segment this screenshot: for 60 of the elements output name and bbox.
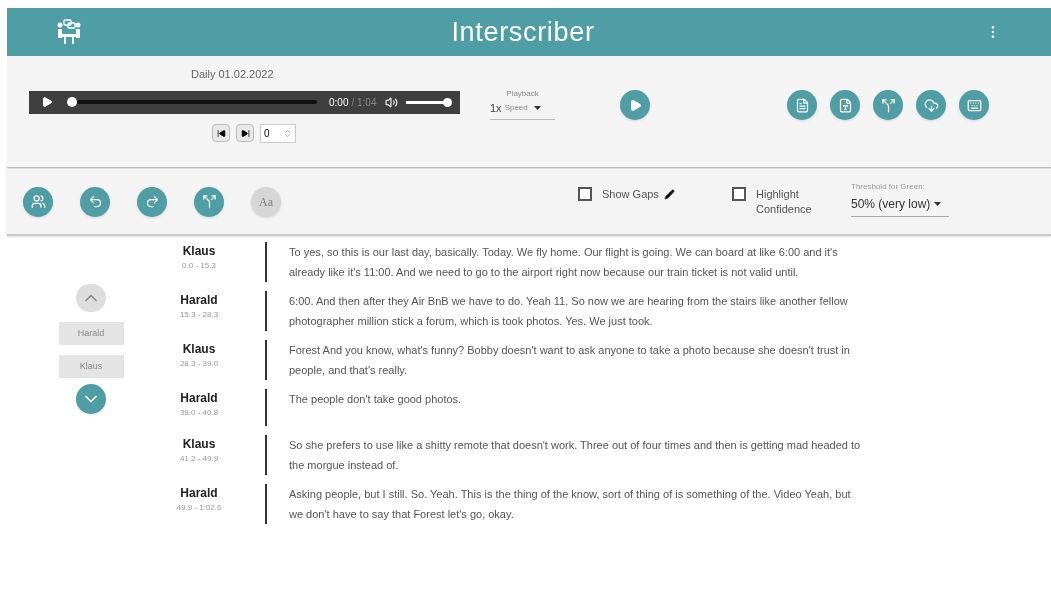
keyboard-button[interactable] — [959, 90, 989, 120]
speaker-name: Harald — [180, 292, 218, 309]
speaker-name: Harald — [180, 485, 218, 502]
speakers-button[interactable] — [23, 186, 53, 217]
export-word-button[interactable] — [830, 90, 860, 120]
merge-button[interactable] — [194, 186, 224, 217]
download-button[interactable] — [916, 90, 946, 120]
volume-icon[interactable] — [384, 95, 398, 109]
export-txt-button[interactable] — [787, 90, 817, 120]
threshold-select[interactable]: Threshold for Green: 50% (very low) — [851, 180, 949, 217]
segment-text[interactable]: To yes, so this is our last day, basically. Today. We fly home. Our flight is going. We can board at like 6:00 and it's already like it's 11:00. And we need to go to the airport right now because our train ticket is not valid until. — [289, 242, 864, 282]
segment-time: 41.2 - 49.9 — [179, 453, 219, 465]
segment-text[interactable]: So she prefers to use like a shitty remote that doesn't work. Three out of four times and then is getting mad headed to the morgue instead of. — [289, 435, 864, 475]
text-file-icon — [794, 97, 810, 113]
skip-forward-icon — [240, 128, 250, 138]
segment-time: 39.0 - 40.8 — [179, 407, 219, 419]
segment-time: 0.0 - 15.3 — [182, 260, 216, 272]
dropdown-caret-icon — [934, 201, 942, 206]
volume-thumb[interactable] — [443, 97, 452, 107]
stepper-icon — [283, 128, 292, 138]
cloud-download-icon — [923, 97, 939, 113]
keyboard-icon — [966, 97, 982, 113]
seek-thumb[interactable] — [66, 97, 77, 107]
checkbox-label: Highlight Confidence — [756, 186, 813, 217]
number-field[interactable]: 0 — [260, 123, 296, 143]
file-name: Daily 01.02.2022 — [190, 67, 275, 82]
app-title: Interscriber — [450, 15, 596, 49]
undo-icon — [87, 194, 103, 209]
speaker-name: Klaus — [182, 436, 216, 453]
play-icon[interactable] — [40, 96, 53, 108]
speaker-name: Klaus — [182, 341, 216, 358]
scroll-down-button[interactable] — [76, 384, 106, 414]
speed-select[interactable]: Playback 1x Speed — [490, 88, 555, 120]
redo-icon — [144, 194, 160, 209]
current-time: 0:00 — [329, 95, 349, 110]
segment-time: 15.3 - 28.3 — [179, 309, 219, 321]
duration: / 1:04 — [351, 95, 377, 110]
checkbox[interactable] — [732, 186, 746, 201]
document-icon — [837, 97, 853, 113]
previous-button[interactable] — [212, 124, 230, 142]
segment-time: 49.9 - 1:02.6 — [176, 502, 222, 514]
redo-button[interactable] — [137, 186, 167, 217]
export-button[interactable] — [873, 90, 903, 120]
interview-logo-icon — [57, 19, 81, 45]
segment-text[interactable]: 6:00. And then after they Air BnB we have to do. Yeah 11. So now we are hearing from the stairs like another fellow photographer million stick a forum, which is took photos. Yes. We just took. — [289, 291, 864, 331]
skip-back-icon — [216, 128, 226, 138]
play-button[interactable] — [620, 90, 650, 120]
segment-text[interactable]: Forest And you know, what's funny? Bobby doesn't want to ask anyone to take a photo because she doesn't trust in people, and that's really. — [289, 340, 864, 380]
people-icon — [30, 194, 46, 209]
segment-text[interactable]: The people don't take good photos. — [289, 389, 864, 426]
segment-time: 28.3 - 39.0 — [179, 358, 219, 370]
checkbox[interactable] — [578, 186, 592, 201]
segment-text[interactable]: Asking people, but I still. So. Yeah. This is the thing of the know, sort of thing of is something of the. Video Yeah, but we don't have to say that Forest let's go, okay. — [289, 484, 864, 524]
speaker-name: Klaus — [182, 243, 216, 260]
play-icon — [628, 98, 642, 112]
next-button[interactable] — [236, 124, 254, 142]
undo-button[interactable] — [80, 186, 110, 217]
dropdown-caret-icon — [533, 106, 541, 111]
checkbox-label: Show Gaps — [602, 186, 677, 202]
speaker-name: Harald — [180, 390, 218, 407]
